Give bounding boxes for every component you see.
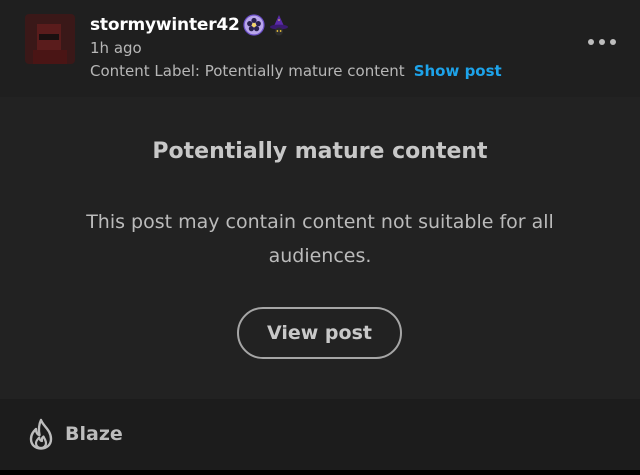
show-post-link[interactable]: Show post	[414, 62, 502, 80]
content-label-row: Content Label: Potentially mature conten…	[90, 62, 502, 80]
mature-content-description: This post may contain content not suitab…	[86, 211, 554, 267]
witch-hat-badge-icon[interactable]	[268, 14, 290, 36]
post-card: stormywinter42 1h ago Content Label: Pot…	[0, 0, 640, 470]
post-timestamp: 1h ago	[90, 39, 142, 57]
view-post-button[interactable]: View post	[237, 307, 402, 359]
flower-badge-icon[interactable]	[243, 14, 265, 36]
more-options-icon[interactable]	[588, 36, 616, 48]
username-row: stormywinter42	[90, 12, 290, 38]
post-header: stormywinter42 1h ago Content Label: Pot…	[0, 0, 640, 97]
avatar[interactable]	[25, 14, 75, 64]
username[interactable]: stormywinter42	[90, 15, 240, 35]
flame-icon	[26, 418, 56, 450]
content-label-text: Content Label: Potentially mature conten…	[90, 62, 405, 80]
blaze-label: Blaze	[65, 423, 123, 445]
mature-content-title: Potentially mature content	[152, 139, 488, 164]
post-footer: Blaze	[0, 399, 640, 470]
blaze-button[interactable]: Blaze	[26, 417, 123, 451]
